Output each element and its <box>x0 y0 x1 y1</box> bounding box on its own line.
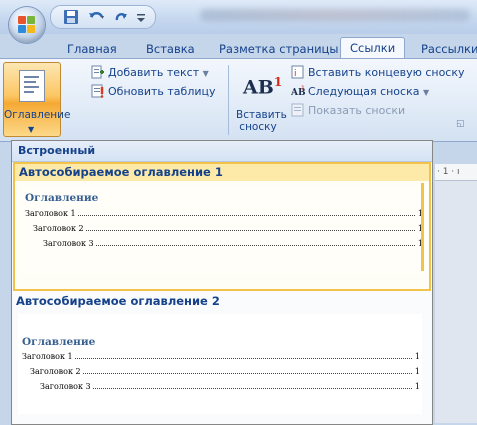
svg-text:i: i <box>294 69 297 79</box>
gallery-section-header: Встроенный <box>12 141 432 162</box>
document-area[interactable] <box>435 181 477 423</box>
next-footnote-label: Следующая сноска <box>308 85 420 98</box>
show-notes-label: Показать сноски <box>308 104 406 117</box>
add-text-label: Добавить текст <box>108 66 200 79</box>
insert-endnote-button[interactable]: i Вставить концевую сноску <box>291 64 465 82</box>
gallery-item-title: Автособираемое оглавление 2 <box>16 294 220 308</box>
toc-preview-title: Оглавление <box>22 336 96 348</box>
customize-icon[interactable] <box>135 8 147 26</box>
toc-button[interactable]: Оглавление ▼ <box>3 62 71 137</box>
selection-edge <box>421 183 424 271</box>
next-footnote-button[interactable]: AB 1 Следующая сноска ▼ <box>291 83 429 101</box>
chevron-down-icon: ▼ <box>28 125 35 134</box>
gallery-item-title: Автособираемое оглавление 1 <box>15 164 429 181</box>
office-button[interactable] <box>9 7 45 43</box>
footnote-ab-icon: AB1 <box>243 75 283 99</box>
selection-highlight: Автособираемое оглавление 1 Оглавление З… <box>13 162 431 291</box>
group-divider <box>228 65 229 135</box>
chevron-down-icon: ▼ <box>202 69 209 78</box>
insert-footnote-button[interactable]: AB1 Вставить сноску <box>232 61 287 137</box>
document-icon <box>19 70 45 102</box>
ruler-marks: · 1 · ı <box>437 167 460 177</box>
insert-endnote-label: Вставить концевую сноску <box>308 66 465 79</box>
tab-references[interactable]: Ссылки <box>340 37 406 59</box>
update-table-icon <box>91 84 104 98</box>
toc-preview-row: Заголовок 21 <box>25 222 423 233</box>
dialog-launcher-icon[interactable]: ◱ <box>456 119 465 129</box>
next-footnote-icon: AB 1 <box>291 85 305 98</box>
toc-preview: Оглавление Заголовок 11 Заголовок 21 Заг… <box>18 314 422 414</box>
redo-icon[interactable] <box>113 8 129 26</box>
show-notes-button[interactable]: Показать сноски <box>291 102 405 120</box>
update-table-button[interactable]: Обновить таблицу <box>91 83 216 101</box>
save-icon[interactable] <box>63 8 79 26</box>
add-text-button[interactable]: Добавить текст ▼ <box>91 64 209 82</box>
chevron-down-icon: ▼ <box>422 88 430 97</box>
office-logo-icon <box>18 16 36 34</box>
tab-mailings[interactable]: Рассылки <box>412 40 477 58</box>
toc-preview-row: Заголовок 21 <box>30 367 420 376</box>
toc-button-label: Оглавление <box>4 109 71 121</box>
toc-preview-title: Оглавление <box>25 192 99 204</box>
tab-home[interactable]: Главная <box>58 40 126 58</box>
toc-preview-row: Заголовок 31 <box>40 382 420 391</box>
toc-preview: Оглавление Заголовок 11 Заголовок 21 Заг… <box>21 186 425 274</box>
svg-text:1: 1 <box>301 85 305 92</box>
ribbon-panel: Оглавление ▼ Добавить текст ▼ Обновить т… <box>0 58 477 142</box>
horizontal-ruler: · 1 · ı <box>435 164 477 181</box>
show-notes-icon <box>291 103 304 117</box>
quick-access-toolbar <box>50 5 156 29</box>
insert-footnote-label: Вставить сноску <box>236 109 287 133</box>
tab-insert[interactable]: Вставка <box>137 40 204 58</box>
toc-preview-row: Заголовок 11 <box>25 207 423 218</box>
insert-endnote-icon: i <box>291 65 304 79</box>
toc-preview-row: Заголовок 31 <box>25 237 423 248</box>
window-title-blurred <box>200 9 470 21</box>
tab-page-layout[interactable]: Разметка страницы <box>210 40 347 58</box>
toc-gallery-dropdown: Встроенный Автособираемое оглавление 1 О… <box>11 140 433 425</box>
toc-preview-row: Заголовок 11 <box>22 352 420 361</box>
toc-gallery-item-1[interactable]: Автособираемое оглавление 1 Оглавление З… <box>12 162 432 291</box>
toc-gallery-item-2[interactable]: Автособираемое оглавление 2 Оглавление З… <box>12 292 432 424</box>
add-text-icon <box>91 65 104 79</box>
update-table-label: Обновить таблицу <box>108 85 216 98</box>
ribbon-tabs: Главная Вставка Разметка страницы Ссылки… <box>0 34 477 59</box>
undo-icon[interactable] <box>87 8 107 26</box>
